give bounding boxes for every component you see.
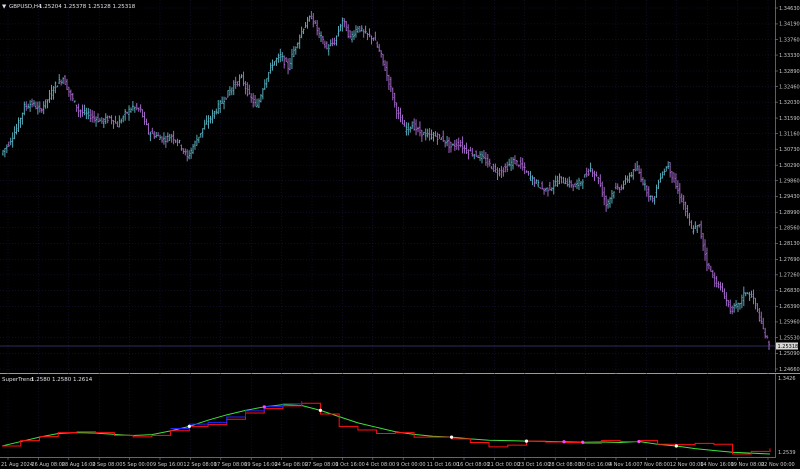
time-label: 1 Oct 16:00	[335, 462, 364, 468]
signal-dot	[449, 435, 454, 439]
time-label: 21 Aug 2024	[1, 462, 33, 468]
signal-dot	[187, 424, 191, 429]
price-label: 1.27690	[779, 257, 800, 263]
price-label: 1.32890	[779, 69, 800, 75]
time-label: 27 Sep 08:00	[305, 462, 338, 468]
price-label: 1.25090	[779, 351, 800, 357]
indicator-axis-bottom: 1.2539	[778, 450, 796, 456]
price-label: 1.25960	[779, 320, 800, 326]
signal-dot	[581, 440, 585, 444]
signal-dot	[562, 440, 566, 444]
price-label: 1.30290	[779, 163, 800, 169]
price-label: 1.27260	[779, 273, 800, 279]
supertrend-subwindow[interactable]: 1.3426 1.2539 SuperTrend 1.2580 1.2580 1…	[0, 373, 800, 457]
indicator-values: 1.2580 1.2580 1.2614	[31, 377, 93, 383]
time-label: 9 Sep 16:00	[153, 462, 183, 468]
price-label: 1.28130	[779, 241, 800, 247]
time-label: 12 Nov 00:00	[670, 462, 704, 468]
time-label: 30 Oct 16:00	[579, 462, 612, 468]
time-label: 2 Sep 08:00	[92, 462, 122, 468]
time-label: 14 Nov 16:00	[700, 462, 734, 468]
time-label: 19 Sep 16:00	[244, 462, 277, 468]
signal-dot	[524, 439, 529, 443]
time-label: 22 Nov 00:00	[761, 462, 795, 468]
time-label: 5 Sep 00:00	[123, 462, 153, 468]
price-label: 1.29430	[779, 194, 800, 200]
price-label: 1.33330	[779, 53, 800, 59]
time-label: 7 Nov 08:00	[639, 462, 670, 468]
price-label: 1.26390	[779, 304, 800, 310]
time-label: 28 Oct 08:00	[548, 462, 581, 468]
price-label: 1.31590	[779, 116, 800, 122]
main-price-chart[interactable]: 1.34630 1.34190 1.33760 1.33330 1.32890 1.324…	[0, 0, 800, 372]
price-label: 1.25530	[779, 335, 800, 341]
signal-dot	[262, 405, 266, 409]
time-label: 4 Oct 08:00	[366, 462, 395, 468]
time-label: 21 Oct 00:00	[487, 462, 520, 468]
price-label: 1.26830	[779, 288, 800, 294]
price-label: 1.33760	[779, 37, 800, 43]
indicator-axis-bg	[775, 374, 800, 457]
price-label: 1.30730	[779, 147, 800, 153]
price-label: 1.32030	[779, 100, 800, 106]
price-label: 1.28560	[779, 226, 800, 232]
price-label: 1.34190	[779, 22, 800, 28]
time-label: 19 Nov 08:00	[731, 462, 765, 468]
ohlc-values: 1.25204 1.25378 1.25128 1.25318	[39, 4, 136, 10]
time-axis[interactable]: 21 Aug 202426 Aug 08:0028 Aug 16:002 Sep…	[0, 457, 800, 469]
price-label: 1.34630	[779, 6, 800, 12]
price-label: 1.32460	[779, 84, 800, 90]
price-label: 1.24660	[779, 367, 800, 372]
signal-dot	[674, 444, 678, 448]
time-label: 24 Sep 08:00	[275, 462, 308, 468]
time-label: 12 Sep 08:00	[183, 462, 216, 468]
time-label: 9 Oct 00:00	[396, 462, 425, 468]
time-label: 23 Oct 16:00	[518, 462, 551, 468]
signal-dot	[318, 408, 323, 412]
indicator-axis-top: 1.3426	[778, 376, 796, 382]
price-label: 1.29860	[779, 179, 800, 185]
indicator-name: SuperTrend	[2, 377, 33, 383]
time-label: 17 Sep 08:00	[214, 462, 247, 468]
price-label: 1.28990	[779, 210, 800, 216]
time-label: 11 Oct 16:00	[427, 462, 460, 468]
symbol-label: GBPUSD,H4	[9, 4, 42, 10]
signal-dot	[637, 439, 641, 444]
time-label: 26 Aug 08:00	[31, 462, 65, 468]
current-price-tag: 1.25318	[778, 344, 799, 350]
time-label: 16 Oct 08:00	[457, 462, 490, 468]
price-label: 1.31160	[779, 131, 800, 137]
time-label: 4 Nov 16:00	[609, 462, 640, 468]
time-label: 28 Aug 16:00	[62, 462, 96, 468]
